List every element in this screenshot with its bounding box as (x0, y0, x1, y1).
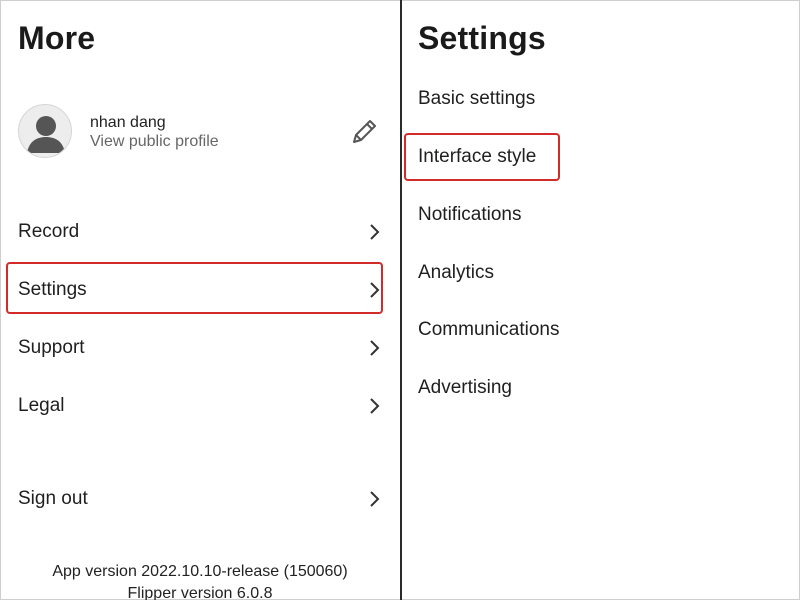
profile-name: nhan dang (90, 114, 166, 131)
avatar-placeholder-icon (18, 104, 72, 158)
chevron-right-icon (370, 224, 380, 240)
chevron-right-icon (370, 398, 380, 414)
menu-item-support[interactable]: Support (0, 325, 398, 371)
settings-highlight-box (6, 262, 383, 314)
more-panel: More nhan dang View public profile Recor… (0, 0, 400, 600)
chevron-right-icon (370, 340, 380, 356)
view-public-profile-link[interactable]: View public profile (90, 133, 219, 151)
menu-item-sign-out[interactable]: Sign out (0, 476, 398, 522)
settings-item-analytics[interactable]: Analytics (418, 262, 494, 284)
more-title: More (18, 20, 96, 56)
menu-item-label: Support (18, 337, 85, 358)
pencil-icon[interactable] (348, 116, 380, 148)
settings-item-advertising[interactable]: Advertising (418, 377, 512, 399)
menu-item-label: Record (18, 221, 80, 242)
menu-item-legal[interactable]: Legal (0, 383, 398, 429)
settings-item-communications[interactable]: Communications (418, 319, 560, 341)
settings-panel: Settings Basic settings Interface style … (402, 0, 800, 600)
chevron-right-icon (370, 491, 380, 507)
menu-item-label: Sign out (18, 488, 88, 509)
flipper-version-text: Flipper version 6.0.8 (127, 585, 273, 600)
menu-item-record[interactable]: Record (0, 209, 398, 255)
profile-card[interactable]: nhan dang View public profile (18, 104, 384, 160)
menu-item-label: Legal (18, 395, 65, 416)
interface-style-highlight-box (404, 133, 560, 181)
app-version-text: App version 2022.10.10-release (150060) (52, 563, 348, 580)
settings-item-notifications[interactable]: Notifications (418, 204, 522, 226)
settings-title: Settings (418, 20, 546, 56)
settings-item-basic-settings[interactable]: Basic settings (418, 88, 535, 110)
